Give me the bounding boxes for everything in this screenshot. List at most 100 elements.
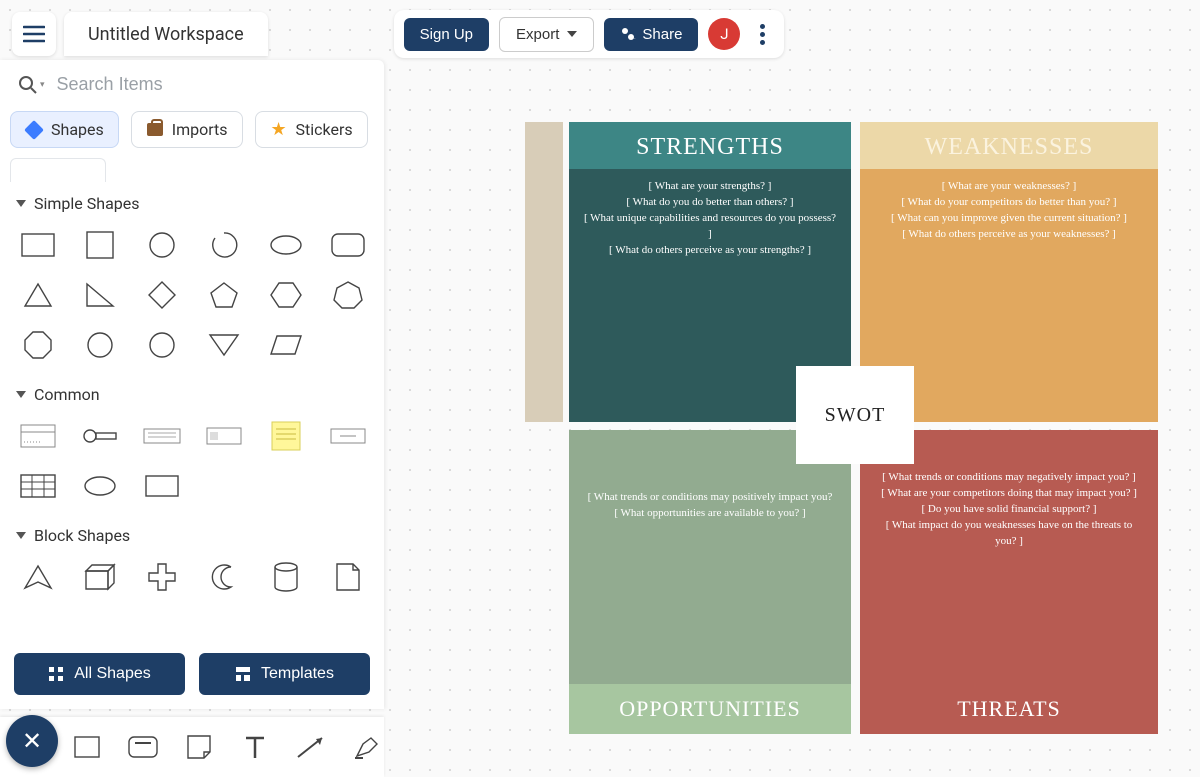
all-shapes-button[interactable]: All Shapes [14,653,185,695]
shape-panel: ▾ Shapes Imports ★ Stickers Simple Shape… [0,60,384,709]
shape-rect2[interactable] [134,464,190,508]
tool-text[interactable] [238,730,272,764]
templates-button[interactable]: Templates [199,653,370,695]
swot-threats-title: THREATS [860,684,1158,734]
shape-empty [320,323,376,367]
shape-label-box[interactable] [320,414,376,458]
shape-arrowhead[interactable] [10,555,66,599]
section-label: Block Shapes [34,526,130,545]
caret-down-icon [16,200,26,207]
export-label: Export [516,26,559,43]
shape-key[interactable] [72,414,128,458]
shape-decagon[interactable] [134,323,190,367]
share-icon [620,26,636,42]
share-label: Share [642,26,682,43]
shape-parallelogram[interactable] [258,323,314,367]
briefcase-icon [146,121,164,139]
tab-shapes[interactable]: Shapes [10,111,119,148]
shape-donut-arc[interactable] [196,223,252,267]
shape-nonagon[interactable] [72,323,128,367]
shape-empty [258,464,314,508]
swot-threats[interactable]: [ What trends or conditions may negative… [860,430,1158,734]
close-panel-button[interactable]: ✕ [6,715,58,767]
grid-icon [48,666,64,682]
shape-sticky-note[interactable] [258,414,314,458]
templates-label: Templates [261,665,334,683]
shape-page-fold[interactable] [320,555,376,599]
top-bar: Untitled Workspace Sign Up Export Share … [12,12,784,56]
shape-cross[interactable] [134,555,190,599]
shape-triangle[interactable] [10,273,66,317]
section-simple-shapes[interactable]: Simple Shapes [10,186,374,221]
tool-card[interactable] [126,730,160,764]
shape-pentagon[interactable] [196,273,252,317]
action-bar: Sign Up Export Share J [394,10,785,58]
shapes-icon [25,121,43,139]
shape-diamond[interactable] [134,273,190,317]
tool-arrow[interactable] [294,730,328,764]
tool-rectangle[interactable] [70,730,104,764]
share-button[interactable]: Share [604,18,698,51]
shape-card-header[interactable] [10,414,66,458]
tab-shapes-label: Shapes [51,120,104,139]
shape-ellipse[interactable] [258,223,314,267]
shape-table[interactable] [10,464,66,508]
swot-opportunities[interactable]: [ What trends or conditions may positive… [569,430,851,734]
bottom-toolbar [0,717,384,777]
user-avatar[interactable]: J [708,18,740,50]
shape-circle[interactable] [134,223,190,267]
search-row: ▾ [0,60,384,105]
shape-hexagon[interactable] [258,273,314,317]
tab-stickers[interactable]: ★ Stickers [255,111,368,148]
chevron-down-icon [567,31,577,37]
shape-heptagon[interactable] [320,273,376,317]
sub-tab[interactable] [10,158,106,182]
swot-diagram[interactable]: STRENGTHS [ What are your strengths? ] [… [525,122,1160,734]
section-label: Common [34,385,100,404]
swot-weaknesses-body: [ What are your weaknesses? ] [ What do … [860,169,1158,243]
shape-library: Simple Shapes Common [0,182,384,639]
shape-keyboard[interactable] [134,414,190,458]
swot-center-label[interactable]: SWOT [800,370,910,460]
shape-field[interactable] [196,414,252,458]
shape-crescent[interactable] [196,555,252,599]
panel-tabs: Shapes Imports ★ Stickers [0,105,384,148]
tab-stickers-label: Stickers [296,120,353,139]
shape-rounded-rect[interactable] [320,223,376,267]
caret-down-icon [16,532,26,539]
section-common[interactable]: Common [10,377,374,412]
swot-weaknesses-title: WEAKNESSES [860,122,1158,169]
shape-octagon[interactable] [10,323,66,367]
section-block-shapes[interactable]: Block Shapes [10,518,374,553]
shape-square[interactable] [72,223,128,267]
section-label: Simple Shapes [34,194,140,213]
search-icon[interactable]: ▾ [18,75,45,95]
shape-cube[interactable] [72,555,128,599]
search-input[interactable] [57,74,366,95]
shape-right-triangle[interactable] [72,273,128,317]
swot-strengths-body: [ What are your strengths? ] [ What do y… [569,169,851,259]
shape-empty [320,464,376,508]
tool-highlighter[interactable] [350,730,384,764]
shape-trapezoid-down[interactable] [196,323,252,367]
tool-sticky[interactable] [182,730,216,764]
shape-empty [196,464,252,508]
panel-actions: All Shapes Templates [0,639,384,709]
workspace-title[interactable]: Untitled Workspace [64,12,268,56]
layout-icon [235,666,251,682]
tab-imports-label: Imports [172,120,228,139]
star-icon: ★ [270,121,288,139]
swot-strengths-title: STRENGTHS [569,122,851,169]
more-menu-button[interactable] [750,24,774,45]
tab-imports[interactable]: Imports [131,111,243,148]
shape-rectangle[interactable] [10,223,66,267]
swot-left-strip [525,122,563,422]
export-button[interactable]: Export [499,17,594,52]
swot-opportunities-title: OPPORTUNITIES [569,684,851,734]
shape-oval[interactable] [72,464,128,508]
signup-button[interactable]: Sign Up [404,18,489,51]
menu-button[interactable] [12,12,56,56]
shape-cylinder[interactable] [258,555,314,599]
caret-down-icon [16,391,26,398]
all-shapes-label: All Shapes [74,665,151,683]
